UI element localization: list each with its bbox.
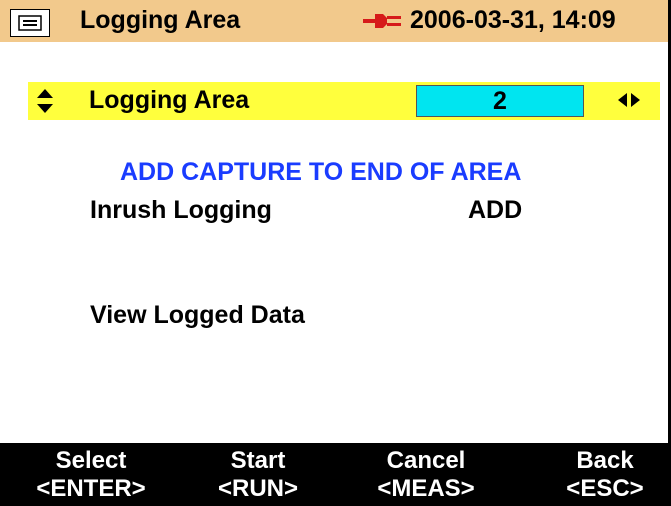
cancel-softkey[interactable]: Cancel <MEAS> (351, 443, 501, 506)
date-time: 2006-03-31, 14:09 (410, 6, 616, 34)
start-softkey[interactable]: Start <RUN> (183, 443, 333, 506)
screen-frame (0, 0, 671, 506)
up-down-arrows-icon[interactable] (36, 88, 54, 119)
select-softkey[interactable]: Select <ENTER> (16, 443, 166, 506)
cancel-softkey-label: Cancel (386, 447, 466, 474)
start-softkey-key: <RUN> (217, 475, 299, 502)
back-softkey-label: Back (576, 447, 634, 474)
select-softkey-key: <ENTER> (36, 475, 146, 502)
logging-area-label: Logging Area (89, 86, 250, 114)
select-softkey-label: Select (55, 447, 127, 474)
view-logged-data-item[interactable]: View Logged Data (90, 301, 305, 330)
title-bar: Logging Area 2006-03-31, 14:09 (0, 0, 668, 42)
page-title: Logging Area (80, 6, 241, 34)
left-right-arrows-icon[interactable] (618, 92, 640, 113)
start-softkey-label: Start (230, 447, 286, 474)
logging-area-value[interactable]: 2 (416, 85, 584, 117)
inrush-logging-item[interactable]: Inrush Logging (90, 196, 272, 225)
back-softkey[interactable]: Back <ESC> (530, 443, 671, 506)
menu-icon[interactable] (10, 9, 50, 37)
power-plug-icon (363, 10, 401, 37)
cancel-softkey-key: <MEAS> (377, 475, 475, 502)
logging-area-row[interactable]: Logging Area 2 (28, 82, 660, 120)
inrush-logging-value: ADD (468, 196, 523, 224)
notice-message: ADD CAPTURE TO END OF AREA (120, 158, 522, 186)
softkey-bar: Select <ENTER> Start <RUN> Cancel <MEAS>… (0, 443, 671, 506)
back-softkey-key: <ESC> (566, 475, 644, 502)
